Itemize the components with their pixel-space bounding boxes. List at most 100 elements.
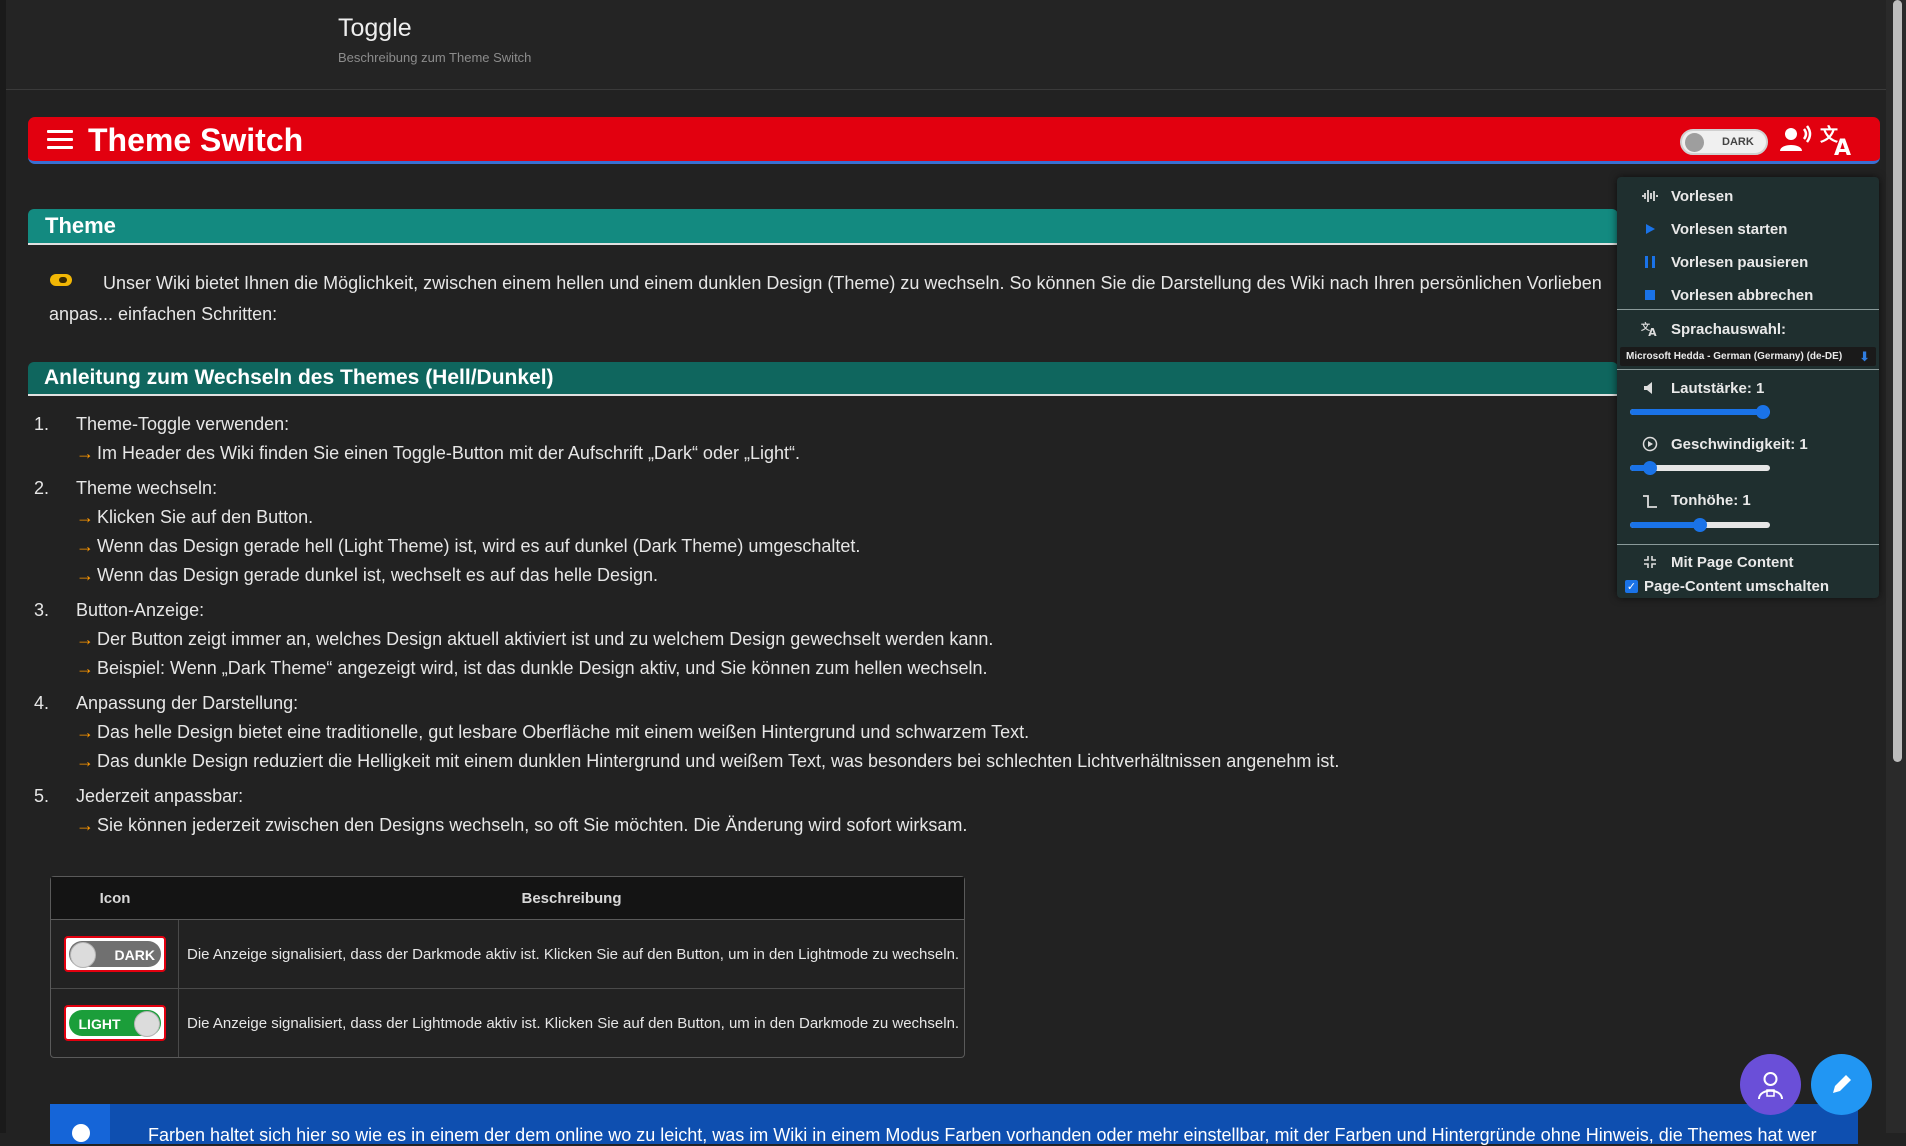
- info-text: Farben haltet sich hier so wie es in ein…: [148, 1125, 1817, 1145]
- list-item: 1. Theme-Toggle verwenden: → Im Header des…: [34, 410, 1594, 468]
- step-detail: → Der Button zeigt immer an, welches Desi…: [34, 625, 1594, 654]
- theme-toggle-button[interactable]: DARK: [1680, 129, 1768, 155]
- arrow-right-icon: →: [76, 536, 94, 556]
- arrow-right-icon: →: [76, 565, 94, 585]
- arrow-right-icon: →: [76, 722, 94, 742]
- tts-start-label: Vorlesen starten: [1671, 220, 1788, 238]
- step-detail-text: Im Header des Wiki finden Sie einen Togg…: [97, 443, 800, 463]
- tts-stop-label: Vorlesen abbrechen: [1671, 286, 1814, 304]
- language-label: Sprachauswahl:: [1671, 320, 1787, 338]
- page-subtitle: Beschreibung zum Theme Switch: [338, 50, 532, 65]
- step-detail: → Sie können jederzeit zwischen den Desig…: [34, 811, 1594, 840]
- tts-stop-item[interactable]: Vorlesen abbrechen: [1641, 286, 1813, 304]
- step-title: Anpassung der Darstellung:: [76, 693, 299, 713]
- arrow-right-icon: →: [76, 751, 94, 771]
- speed-slider[interactable]: [1630, 461, 1770, 475]
- light-toggle-image: LIGHT: [63, 1005, 166, 1041]
- list-item: 2. Theme wechseln: → Klicken Sie auf den B…: [34, 474, 1594, 590]
- tts-start-item[interactable]: Vorlesen starten: [1641, 220, 1787, 238]
- step-detail-text: Klicken Sie auf den Button.: [97, 507, 314, 527]
- edit-button[interactable]: [1811, 1054, 1872, 1115]
- step-title: Jederzeit anpassbar:: [76, 786, 244, 806]
- divider: [1617, 309, 1879, 310]
- dark-toggle-image: DARK: [63, 936, 166, 972]
- svg-text:A: A: [1648, 326, 1657, 338]
- section-heading-anleitung: Anleitung zum Wechseln des Themes (Hell/…: [28, 362, 1618, 396]
- pitch-slider[interactable]: [1630, 518, 1770, 532]
- table-header-description: Beschreibung: [179, 877, 964, 920]
- svg-text:A: A: [1834, 136, 1851, 157]
- text-to-speech-icon[interactable]: [1780, 125, 1812, 158]
- step-number: 3.: [34, 600, 50, 620]
- divider: [1617, 544, 1879, 545]
- page-content-row: Mit Page Content: [1641, 553, 1794, 571]
- page-content-toggle-label: Page-Content umschalten: [1644, 578, 1830, 595]
- info-box: Farben haltet sich hier so wie es in ein…: [50, 1104, 1858, 1145]
- page-content-toggle[interactable]: ✓ Page-Content umschalten: [1625, 578, 1829, 595]
- volume-row: Lautstärke: 1: [1641, 379, 1764, 397]
- assistant-button[interactable]: [1740, 1054, 1801, 1115]
- table-row: DARK Die Anzeige signalisiert, dass der …: [51, 920, 964, 989]
- tts-title-row: Vorlesen: [1641, 187, 1733, 205]
- page-title: Toggle: [338, 14, 412, 42]
- divider: [1617, 369, 1879, 370]
- step-detail-text: Das dunkle Design reduziert die Helligke…: [97, 751, 1340, 771]
- step-number: 4.: [34, 693, 50, 713]
- arrow-right-icon: →: [76, 507, 94, 527]
- instruction-list: 1. Theme-Toggle verwenden: → Im Header des…: [34, 410, 1594, 846]
- pitch-label: Tonhöhe: 1: [1671, 491, 1751, 509]
- step-number: 1.: [34, 414, 50, 434]
- light-toggle-label: LIGHT: [78, 1016, 121, 1032]
- step-detail: → Das dunkle Design reduziert die Helligk…: [34, 747, 1594, 776]
- pause-icon: [1641, 253, 1659, 271]
- volume-label: Lautstärke: 1: [1671, 379, 1765, 397]
- tts-pause-item[interactable]: Vorlesen pausieren: [1641, 253, 1808, 271]
- arrow-right-icon: →: [76, 815, 94, 835]
- page-content-label: Mit Page Content: [1671, 553, 1794, 571]
- scrollbar[interactable]: [1886, 0, 1906, 1133]
- toggle-label: DARK: [1722, 136, 1754, 148]
- banner-title: Theme Switch: [88, 122, 304, 158]
- list-item: 3. Button-Anzeige: → Der Button zeigt imme…: [34, 596, 1594, 683]
- step-number: 5.: [34, 786, 50, 806]
- language-row: 文A Sprachauswahl:: [1641, 320, 1787, 339]
- voice-select[interactable]: Microsoft Hedda - German (Germany) (de-D…: [1620, 347, 1876, 366]
- hamburger-menu-icon[interactable]: [47, 130, 73, 150]
- step-title: Button-Anzeige:: [76, 600, 205, 620]
- step-detail-text: Der Button zeigt immer an, welches Desig…: [97, 629, 994, 649]
- dark-toggle-label: DARK: [114, 947, 155, 963]
- step-detail-text: Sie können jederzeit zwischen den Design…: [97, 815, 968, 835]
- pitch-icon: [1641, 491, 1659, 509]
- step-detail: → Wenn das Design gerade hell (Light Them…: [34, 532, 1594, 561]
- checkbox[interactable]: ✓: [1625, 580, 1638, 593]
- intro-paragraph: Unser Wiki bietet Ihnen die Möglichkeit,…: [49, 273, 1602, 324]
- list-item: 4. Anpassung der Darstellung: → Das helle …: [34, 689, 1594, 776]
- left-edge: [0, 0, 6, 1133]
- step-detail: → Wenn das Design gerade dunkel ist, wech…: [34, 561, 1594, 590]
- translate-icon[interactable]: 文A: [1820, 123, 1856, 162]
- chevron-down-icon: ⬇: [1859, 349, 1870, 364]
- info-icon: [50, 1104, 110, 1144]
- compress-icon: [1641, 553, 1659, 571]
- step-title: Theme wechseln:: [76, 478, 218, 498]
- tts-title: Vorlesen: [1671, 187, 1734, 205]
- step-title: Theme-Toggle verwenden:: [76, 414, 290, 434]
- play-icon: [1641, 220, 1659, 238]
- step-detail: → Beispiel: Wenn „Dark Theme“ angezeigt w…: [34, 654, 1594, 683]
- table-cell-description: Die Anzeige signalisiert, dass der Light…: [187, 1014, 960, 1032]
- pencil-icon: [1833, 1075, 1851, 1093]
- step-detail-text: Wenn das Design gerade dunkel ist, wechs…: [97, 565, 658, 585]
- stop-icon: [1641, 286, 1659, 304]
- arrow-right-icon: →: [76, 658, 94, 678]
- list-item: 5. Jederzeit anpassbar: → Sie können jeder…: [34, 782, 1594, 840]
- section-heading-theme: Theme: [28, 209, 1618, 245]
- section-heading-anleitung-text: Anleitung zum Wechseln des Themes (Hell/…: [44, 366, 554, 389]
- scrollbar-thumb[interactable]: [1893, 0, 1902, 762]
- table-row: LIGHT Die Anzeige signalisiert, dass der…: [51, 989, 964, 1057]
- volume-slider[interactable]: [1630, 405, 1770, 419]
- voice-select-value: Microsoft Hedda - German (Germany) (de-D…: [1626, 351, 1843, 362]
- pitch-row: Tonhöhe: 1: [1641, 491, 1751, 509]
- toggle-knob: [1685, 133, 1704, 152]
- table-header-icon: Icon: [51, 877, 179, 920]
- section-heading-theme-text: Theme: [45, 213, 116, 238]
